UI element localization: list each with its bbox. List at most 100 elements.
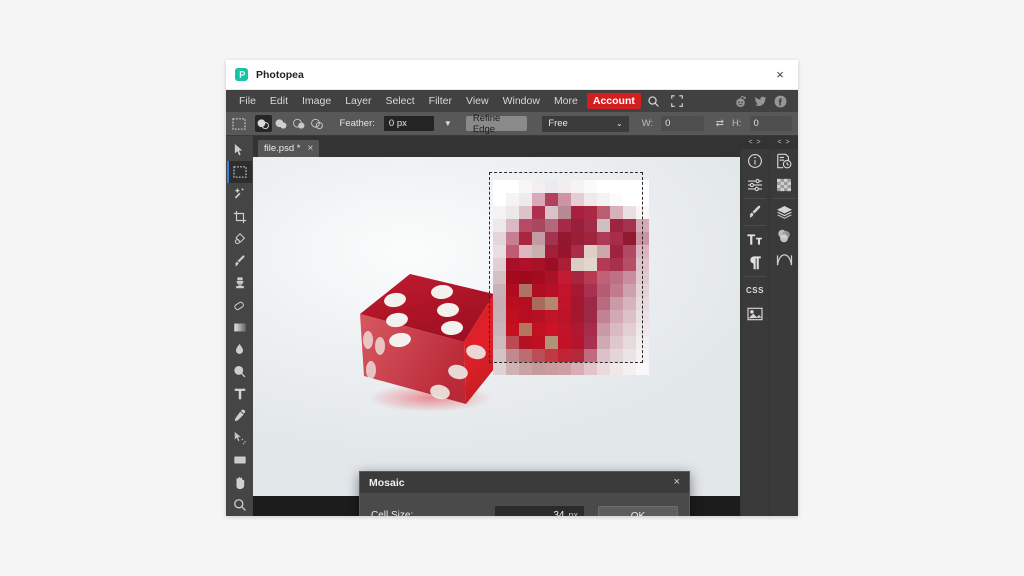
- chevron-down-icon[interactable]: ▼: [444, 119, 452, 128]
- mosaic-cell: [623, 180, 636, 193]
- mosaic-cell: [610, 349, 623, 362]
- channels-panel-icon[interactable]: [771, 173, 798, 197]
- mosaic-cell: [506, 297, 519, 310]
- mosaic-cell: [558, 258, 571, 271]
- rectangular-selection[interactable]: [489, 172, 649, 375]
- mosaic-cell: [519, 245, 532, 258]
- gradient-tool[interactable]: [227, 316, 252, 338]
- color-panel-icon[interactable]: [771, 224, 798, 248]
- image-panel-icon[interactable]: [742, 302, 769, 326]
- rectangular-marquee-tool[interactable]: [227, 161, 252, 184]
- subtract-from-selection-button[interactable]: [291, 115, 308, 132]
- eraser-tool[interactable]: [227, 294, 252, 316]
- twitter-icon[interactable]: [754, 95, 767, 108]
- mosaic-cell: [597, 206, 610, 219]
- paragraph-panel-icon[interactable]: [742, 251, 769, 275]
- window-close-icon[interactable]: ×: [771, 66, 789, 84]
- menu-view[interactable]: View: [459, 93, 496, 109]
- style-select[interactable]: Free ⌄: [542, 115, 629, 132]
- chevron-down-icon: ⌄: [615, 119, 623, 128]
- ok-button[interactable]: OK: [598, 506, 678, 516]
- selection-mode-group: [254, 115, 326, 132]
- mosaic-cell: [519, 219, 532, 232]
- image-canvas[interactable]: [253, 157, 740, 496]
- mosaic-cell: [597, 271, 610, 284]
- clone-stamp-tool[interactable]: [227, 272, 252, 294]
- search-icon[interactable]: [644, 93, 664, 109]
- info-panel-icon[interactable]: [742, 149, 769, 173]
- history-panel-icon[interactable]: [771, 149, 798, 173]
- mosaic-cell: [636, 297, 649, 310]
- menu-select[interactable]: Select: [378, 93, 421, 109]
- mosaic-cell: [545, 180, 558, 193]
- cell-size-unit: px: [568, 510, 578, 516]
- close-icon[interactable]: ×: [307, 143, 313, 154]
- menu-filter[interactable]: Filter: [422, 93, 459, 109]
- mosaic-cell: [571, 258, 584, 271]
- mosaic-cell: [493, 349, 506, 362]
- document-tab[interactable]: file.psd * ×: [258, 140, 320, 157]
- crop-tool[interactable]: [227, 206, 252, 228]
- account-button[interactable]: Account: [586, 93, 641, 109]
- menu-window[interactable]: Window: [496, 93, 547, 109]
- dialog-controls: Cell Size: 34 px: [371, 506, 584, 516]
- menu-layer[interactable]: Layer: [338, 93, 378, 109]
- cell-size-value: 34: [553, 509, 565, 517]
- move-tool[interactable]: [227, 139, 252, 161]
- dialog-close-icon[interactable]: ×: [674, 477, 680, 488]
- mosaic-cell: [610, 245, 623, 258]
- patch-tool[interactable]: [227, 228, 252, 250]
- mosaic-cell: [623, 336, 636, 349]
- type-tool[interactable]: [227, 383, 252, 405]
- cell-size-label: Cell Size:: [371, 509, 414, 517]
- feather-input[interactable]: 0 px: [383, 116, 434, 131]
- menu-file[interactable]: File: [232, 93, 263, 109]
- brush-panel-icon[interactable]: [742, 200, 769, 224]
- menu-more[interactable]: More: [547, 93, 585, 109]
- refine-edge-button[interactable]: Refine Edge: [465, 113, 528, 135]
- new-selection-button[interactable]: [254, 115, 272, 132]
- mosaic-cell: [532, 271, 545, 284]
- window-titlebar: Photopea ×: [226, 60, 798, 90]
- collapse-panel-icon[interactable]: < >: [770, 136, 798, 149]
- intersect-selection-button[interactable]: [309, 115, 326, 132]
- magic-wand-tool[interactable]: [227, 183, 252, 205]
- mosaic-cell: [571, 297, 584, 310]
- mosaic-cell: [532, 297, 545, 310]
- swap-icon[interactable]: ⇄: [716, 118, 724, 129]
- shape-tool[interactable]: [227, 449, 252, 471]
- mosaic-cell: [493, 336, 506, 349]
- brush-tool[interactable]: [227, 250, 252, 272]
- blur-tool[interactable]: [227, 339, 252, 361]
- mosaic-cell: [636, 284, 649, 297]
- path-select-tool[interactable]: [227, 427, 252, 449]
- width-input[interactable]: 0: [661, 116, 704, 131]
- facebook-icon[interactable]: [774, 95, 787, 108]
- character-panel-icon[interactable]: [742, 227, 769, 251]
- dodge-tool[interactable]: [227, 361, 252, 383]
- hand-tool[interactable]: [227, 472, 252, 494]
- mosaic-dialog[interactable]: Mosaic × Cell Size: 34 px: [359, 471, 690, 516]
- adjustments-panel-icon[interactable]: [742, 173, 769, 197]
- mosaic-cell: [571, 336, 584, 349]
- zoom-tool[interactable]: [227, 494, 252, 516]
- menu-image[interactable]: Image: [295, 93, 338, 109]
- height-input[interactable]: 0: [749, 116, 792, 131]
- layers-panel-icon[interactable]: [771, 200, 798, 224]
- reddit-icon[interactable]: [734, 95, 747, 108]
- curves-panel-icon[interactable]: [771, 248, 798, 272]
- add-to-selection-button[interactable]: [273, 115, 290, 132]
- css-panel-icon[interactable]: CSS: [742, 278, 769, 302]
- mosaic-cell: [545, 258, 558, 271]
- mosaic-cell: [597, 349, 610, 362]
- rectangular-marquee-icon[interactable]: [232, 117, 247, 131]
- fullscreen-icon[interactable]: [667, 93, 687, 109]
- mosaic-cell: [519, 232, 532, 245]
- mosaic-cell: [506, 349, 519, 362]
- eyedropper-tool[interactable]: [227, 405, 252, 427]
- cell-size-input[interactable]: 34 px: [495, 506, 584, 516]
- menu-edit[interactable]: Edit: [263, 93, 295, 109]
- collapse-panel-icon[interactable]: < >: [741, 136, 769, 149]
- mosaic-cell: [558, 206, 571, 219]
- mosaic-cell: [571, 232, 584, 245]
